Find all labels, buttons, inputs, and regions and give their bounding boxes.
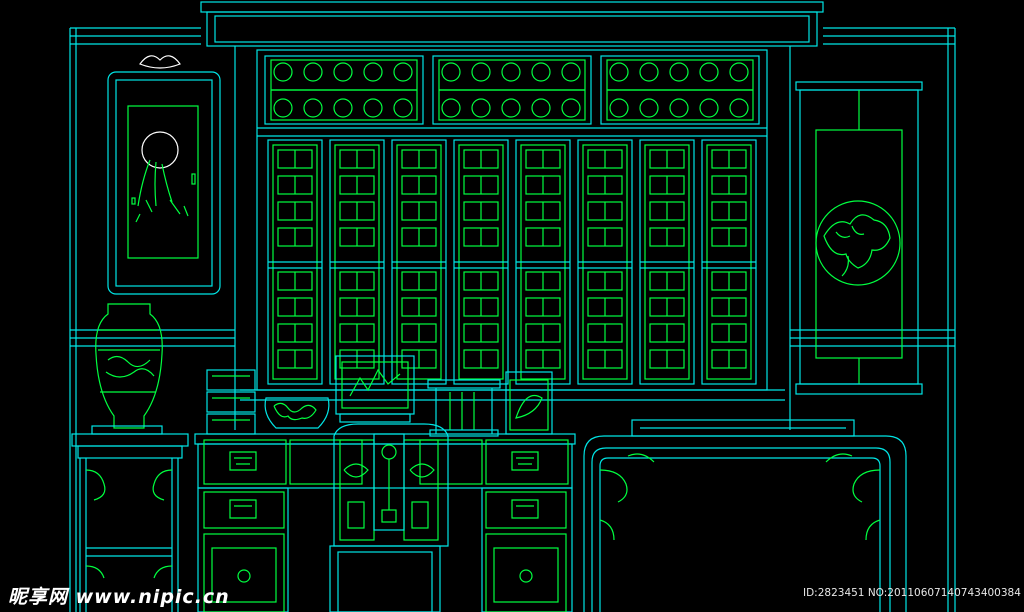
lattice-window <box>240 49 785 401</box>
porcelain-vase <box>91 303 163 435</box>
screen-chair <box>329 423 449 612</box>
watermark-logo: 昵享网 www.nipic.cn <box>8 586 230 608</box>
side-table <box>583 419 907 612</box>
small-jar <box>505 371 553 435</box>
cad-elevation-drawing <box>69 1 956 612</box>
wainscot-lines <box>70 329 955 347</box>
window-sashes <box>267 139 757 385</box>
flower-bowl <box>264 397 330 429</box>
wall-painting <box>107 55 221 295</box>
pen-rack <box>427 379 501 437</box>
book-stack <box>206 369 256 435</box>
hanging-scroll <box>795 81 923 395</box>
transom-panels <box>264 55 760 125</box>
writing-desk <box>194 433 576 612</box>
watermark-id: ID:2823451 NO:20110607140743400384 <box>803 587 1021 599</box>
roof-beam <box>69 1 956 612</box>
